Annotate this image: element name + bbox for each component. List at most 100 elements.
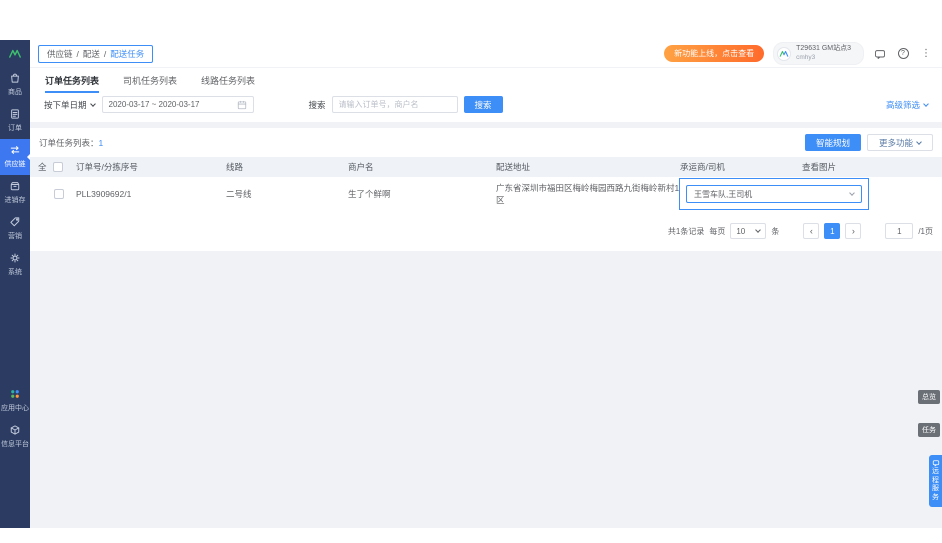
breadcrumb-item-current[interactable]: 配送任务	[110, 48, 144, 60]
carrier-select-focus-box: 王雪车队,王司机	[679, 178, 869, 210]
filter-bar: 按下单日期 2020-03-17 ~ 2020-03-17 搜索 搜索 高级筛选	[30, 93, 942, 122]
sidebar-item-marketing[interactable]: 营销	[0, 211, 30, 247]
chat-bubble-icon	[932, 460, 939, 467]
account-name: T29631 GM站点3	[796, 45, 851, 53]
chevron-down-icon	[916, 138, 922, 145]
select-all-checkbox[interactable]	[52, 162, 63, 172]
service-float-tab[interactable]: 远程服务	[929, 455, 942, 507]
overview-float-button[interactable]: 总览	[918, 390, 940, 404]
row-checkbox[interactable]	[54, 189, 64, 199]
avatar	[777, 46, 792, 61]
next-page-button[interactable]: ›	[845, 223, 862, 239]
table-header-row: 全 订单号/分拣序号 线路 商户名 配送地址 承运商/司机 查看图片	[30, 157, 942, 177]
page-jump-input[interactable]	[885, 223, 914, 239]
column-header-carrier: 承运商/司机	[680, 162, 725, 172]
sidebar-item-label: 供应链	[4, 161, 26, 168]
sidebar-item-label: 应用中心	[1, 405, 29, 412]
more-actions-button[interactable]: 更多功能	[866, 134, 933, 151]
list-title: 订单任务列表：1	[39, 137, 104, 148]
search-button[interactable]: 搜索	[463, 96, 503, 113]
tab-order-tasks[interactable]: 订单任务列表	[45, 68, 100, 93]
column-header-picture: 查看图片	[802, 162, 837, 172]
sidebar-item-label: 信息平台	[1, 441, 29, 448]
more-menu-icon[interactable]: ⋮	[919, 47, 933, 61]
marketing-icon	[10, 217, 20, 227]
tab-bar: 订单任务列表 司机任务列表 线路任务列表	[30, 68, 942, 93]
list-header: 订单任务列表：1 智能规划 更多功能	[30, 128, 942, 157]
sidebar-item-label: 系统	[8, 269, 22, 276]
search-input[interactable]	[331, 96, 458, 113]
sidebar-item-orders[interactable]: 订单	[0, 103, 30, 139]
current-page-button[interactable]: 1	[824, 223, 841, 239]
search-group: 搜索 搜索	[309, 96, 503, 113]
search-label: 搜索	[308, 99, 326, 110]
account-text: T29631 GM站点3 cmhy3	[796, 45, 851, 62]
account-chip[interactable]: T29631 GM站点3 cmhy3	[773, 42, 864, 65]
sidebar-item-inventory[interactable]: 进销存	[0, 175, 30, 211]
topbar: 供应链 / 配送 / 配送任务 新功能上线，点击查看 T29631 GM站点3	[30, 40, 942, 68]
sidebar-item-label: 商品	[8, 89, 22, 96]
cell-address: 广东省深圳市福田区梅岭梅园西路九街梅岭新村1区	[496, 183, 680, 205]
sidebar-item-info-platform[interactable]: 信息平台	[0, 419, 30, 455]
service-tab-label: 远程服务	[932, 468, 939, 501]
breadcrumb-item[interactable]: 配送	[83, 48, 100, 60]
goods-icon	[11, 73, 19, 83]
info-platform-icon	[10, 425, 20, 435]
chevron-down-icon	[89, 100, 96, 107]
breadcrumb-separator: /	[103, 48, 107, 59]
message-icon[interactable]	[873, 47, 887, 61]
page-size-select[interactable]: 10	[730, 223, 767, 239]
advanced-filter-link[interactable]: 高级筛选	[886, 99, 929, 111]
pagination-per-page-label: 每页	[709, 226, 726, 236]
sidebar-item-label: 进销存	[4, 197, 26, 204]
brand-logo-icon	[9, 49, 21, 58]
sidebar-item-app-center[interactable]: 应用中心	[0, 383, 30, 419]
breadcrumb-separator: /	[76, 48, 79, 59]
column-header-order-no: 订单号/分拣序号	[76, 162, 138, 172]
select-all-cell: 全	[30, 161, 76, 173]
pagination-unit: 条	[771, 226, 780, 236]
sidebar-item-system[interactable]: 系统	[0, 247, 30, 283]
pagination: 共1条记录 每页 10 条 ‹ 1 › /1页	[30, 211, 942, 241]
inventory-icon	[10, 182, 20, 191]
select-all-label: 全	[38, 162, 47, 172]
chevron-down-icon	[755, 227, 762, 233]
cell-merchant: 生了个鲜啊	[348, 189, 391, 199]
list-count: 1	[98, 137, 104, 148]
app-window: 商品 订单 供应链 进销存 营销 系统 应用中心 信息平台 供应链 / 配送 /…	[0, 40, 942, 528]
pagination-total-pages: /1页	[918, 226, 933, 236]
date-range-input[interactable]: 2020-03-17 ~ 2020-03-17	[101, 96, 254, 113]
task-float-button[interactable]: 任务	[918, 423, 940, 437]
list-actions: 智能规划 更多功能	[804, 134, 933, 151]
chevron-down-icon	[923, 101, 929, 107]
column-header-merchant: 商户名	[348, 162, 374, 172]
order-task-list-panel: 订单任务列表：1 智能规划 更多功能 全 订单号/分拣序号 线路 商户名 配送地…	[30, 128, 942, 251]
account-subname: cmhy3	[796, 53, 816, 61]
breadcrumb[interactable]: 供应链 / 配送 / 配送任务	[38, 44, 154, 63]
breadcrumb-item[interactable]: 供应链	[47, 48, 73, 60]
smart-plan-button[interactable]: 智能规划	[804, 134, 861, 151]
promo-banner[interactable]: 新功能上线，点击查看	[664, 45, 765, 62]
prev-page-button[interactable]: ‹	[803, 223, 820, 239]
chevron-down-icon	[849, 190, 855, 196]
row-select-cell	[30, 189, 76, 199]
date-type-dropdown[interactable]: 按下单日期	[44, 99, 96, 111]
app-center-icon	[11, 390, 19, 398]
tab-driver-tasks[interactable]: 司机任务列表	[123, 68, 177, 93]
system-icon	[10, 253, 20, 263]
cell-order-no: PLL3909692/1	[76, 189, 132, 199]
sidebar-item-supply-chain[interactable]: 供应链	[0, 139, 30, 175]
topbar-right: 新功能上线，点击查看 T29631 GM站点3 cmhy3 ? ⋮	[664, 42, 933, 65]
tab-route-tasks[interactable]: 线路任务列表	[201, 68, 255, 93]
orders-icon	[11, 109, 19, 119]
sidebar-item-goods[interactable]: 商品	[0, 67, 30, 103]
column-header-line: 线路	[226, 162, 244, 172]
carrier-select[interactable]: 王雪车队,王司机	[686, 185, 862, 203]
main-area: 供应链 / 配送 / 配送任务 新功能上线，点击查看 T29631 GM站点3	[30, 40, 942, 528]
table-row: PLL3909692/1 二号线 生了个鲜啊 广东省深圳市福田区梅岭梅园西路九街…	[30, 177, 942, 211]
sidebar: 商品 订单 供应链 进销存 营销 系统 应用中心 信息平台	[0, 40, 30, 528]
calendar-icon	[237, 100, 246, 109]
pagination-total: 共1条记录	[667, 226, 705, 236]
help-icon[interactable]: ?	[896, 47, 910, 61]
supply-chain-icon	[10, 146, 20, 154]
